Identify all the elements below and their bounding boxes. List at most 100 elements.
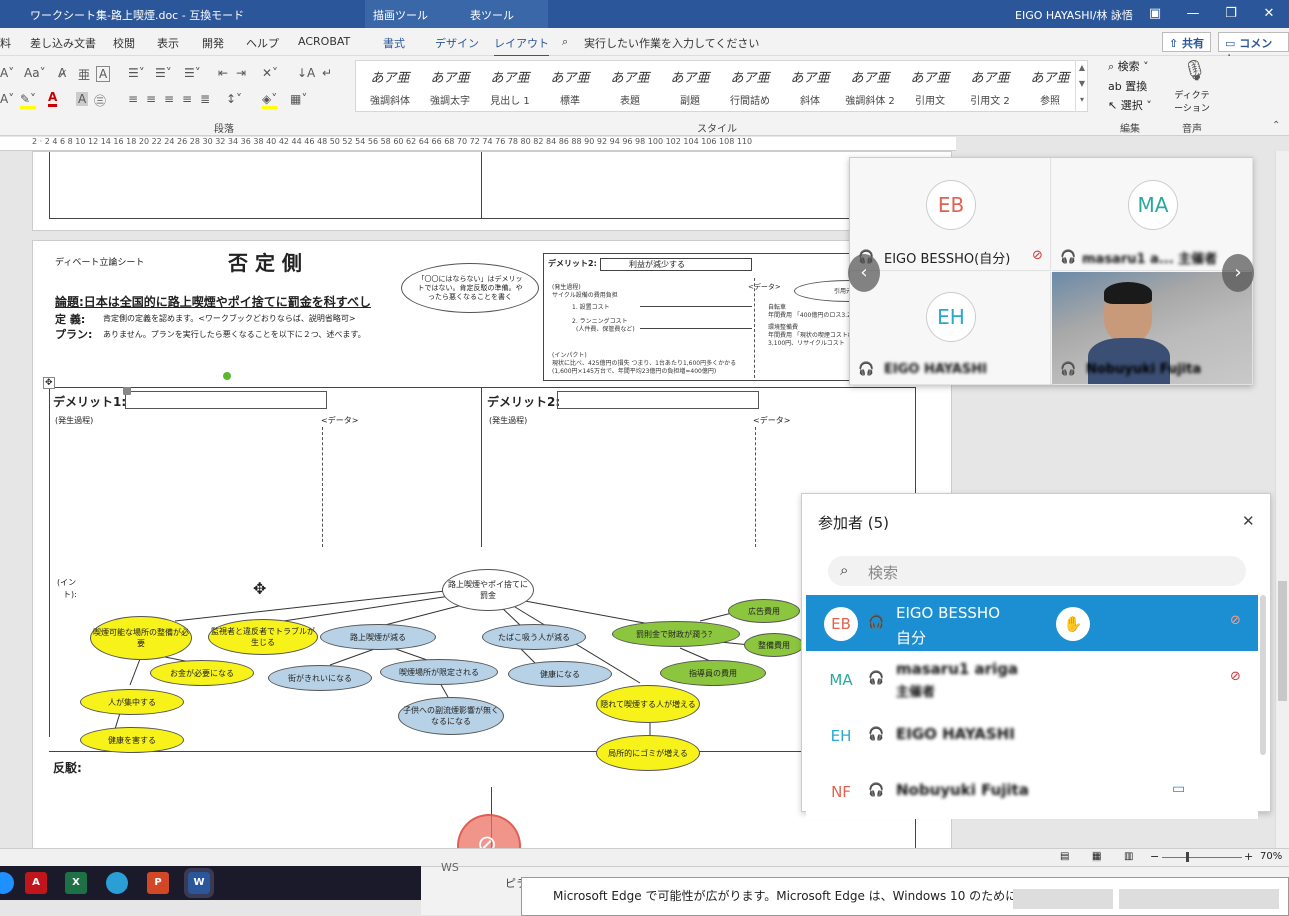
- mindmap-node[interactable]: 広告費用: [728, 599, 800, 623]
- style-12[interactable]: あア亜 参照: [1020, 60, 1080, 110]
- close-window-button[interactable]: ✕: [1255, 4, 1283, 24]
- microphone-icon[interactable]: 🎙: [1182, 58, 1207, 82]
- prev-page-button[interactable]: ‹: [848, 254, 880, 292]
- mindmap-node[interactable]: 健康を害する: [80, 727, 184, 753]
- ribbon-display-icon[interactable]: ▣: [1141, 4, 1169, 24]
- line-spacing-icon[interactable]: ↕˅: [226, 92, 242, 106]
- align-right-icon[interactable]: ≡: [164, 92, 174, 106]
- mindmap-node[interactable]: お金が必要になる: [150, 660, 254, 686]
- style-10[interactable]: あア亜 引用文: [900, 60, 960, 110]
- powerpoint-icon[interactable]: P: [147, 872, 169, 894]
- decrease-indent-icon[interactable]: ⇤: [218, 66, 228, 80]
- read-mode-icon[interactable]: ▤: [1060, 851, 1069, 862]
- show-marks-icon[interactable]: ↵: [322, 66, 332, 80]
- zoom-thumb[interactable]: [1186, 852, 1189, 862]
- app-icon[interactable]: [0, 872, 14, 894]
- signed-in-user[interactable]: EIGO HAYASHI/林 詠悟: [1015, 7, 1133, 23]
- video-tile-3[interactable]: EH 🎧 EIGO HAYASHI: [850, 272, 1051, 385]
- tab-mailings[interactable]: 差し込み文書: [30, 35, 96, 51]
- distribute-icon[interactable]: ≣: [200, 92, 210, 106]
- enclose-char-icon[interactable]: ㊂: [94, 92, 106, 109]
- zoom-out-button[interactable]: −: [1150, 850, 1159, 863]
- text-effect-icon[interactable]: A˅: [0, 92, 14, 106]
- numbering-icon[interactable]: ☰˅: [155, 66, 172, 80]
- style-5[interactable]: あア亜 表題: [600, 60, 660, 110]
- tab-help[interactable]: ヘルプ: [246, 35, 279, 51]
- multilevel-list-icon[interactable]: ☰˅: [184, 66, 201, 80]
- highlight-icon[interactable]: ✎˅: [20, 92, 37, 109]
- tab-design[interactable]: デザイン: [435, 35, 479, 51]
- font-color-icon[interactable]: A: [48, 90, 58, 107]
- mindmap-node[interactable]: 整備費用: [744, 633, 804, 657]
- minimize-button[interactable]: —: [1179, 4, 1207, 24]
- mindmap-node[interactable]: 子供への副流煙影響が無くなるになる: [398, 697, 504, 735]
- tab-layout[interactable]: レイアウト: [494, 35, 549, 57]
- collapse-ribbon-icon[interactable]: ⌃: [1272, 120, 1280, 131]
- zoom-level[interactable]: 70%: [1260, 851, 1282, 862]
- scroll-thumb[interactable]: [1278, 581, 1287, 701]
- zoom-in-button[interactable]: +: [1244, 850, 1253, 863]
- excel-icon[interactable]: X: [65, 872, 87, 894]
- tab-acrobat[interactable]: ACROBAT: [298, 35, 350, 48]
- align-left-icon[interactable]: ≡: [128, 92, 138, 106]
- panel-scrollbar[interactable]: [1260, 595, 1266, 755]
- align-center-icon[interactable]: ≡: [146, 92, 156, 106]
- video-tile-4[interactable]: 🎧 Nobuyuki Fujita: [1052, 272, 1253, 385]
- sort-icon[interactable]: ↓A: [297, 66, 315, 80]
- style-2[interactable]: あア亜 強調太字: [420, 60, 480, 110]
- char-shading-icon[interactable]: A: [76, 92, 89, 106]
- mindmap-node[interactable]: 隠れて喫煙する人が増える: [596, 685, 700, 723]
- next-page-button[interactable]: ›: [1222, 254, 1254, 292]
- char-border-icon[interactable]: A: [96, 66, 111, 82]
- notice-button-1[interactable]: [1013, 889, 1113, 909]
- clear-format-icon[interactable]: A̷: [58, 66, 66, 80]
- vertical-scrollbar[interactable]: [1275, 151, 1289, 848]
- mindmap-node[interactable]: 健康になる: [508, 661, 612, 687]
- select-button[interactable]: ↖ 選択 ˅: [1108, 97, 1152, 113]
- web-layout-icon[interactable]: ▥: [1124, 851, 1133, 862]
- find-button[interactable]: ⌕ 検索 ˅: [1108, 58, 1149, 74]
- font-size-icon[interactable]: A˅: [0, 66, 14, 80]
- close-panel-button[interactable]: ✕: [1242, 512, 1255, 530]
- tell-me-input[interactable]: 実行したい作業を入力してください: [584, 35, 759, 51]
- shading-icon[interactable]: ◈˅: [262, 92, 278, 109]
- acrobat-icon[interactable]: A: [25, 872, 47, 894]
- comments-button[interactable]: ▭ コメント: [1218, 32, 1289, 66]
- asian-layout-icon[interactable]: ✕˅: [262, 66, 278, 80]
- dictate-button[interactable]: ディクテーション: [1172, 88, 1212, 114]
- print-layout-icon[interactable]: ▦: [1092, 851, 1102, 862]
- justify-icon[interactable]: ≡: [182, 92, 192, 106]
- participant-row[interactable]: NF 🎧 Nobuyuki Fujita ▭: [806, 763, 1258, 819]
- mindmap-node[interactable]: 人が集中する: [80, 689, 184, 715]
- mindmap-node[interactable]: 街がきれいになる: [268, 665, 372, 691]
- tab-references[interactable]: 料: [0, 35, 11, 51]
- style-8[interactable]: あア亜 斜体: [780, 60, 840, 110]
- participant-row[interactable]: MA 🎧 masaru1 ariga 主催者 ⊘: [806, 651, 1258, 707]
- tab-format[interactable]: 書式: [383, 35, 405, 51]
- notice-button-2[interactable]: [1119, 889, 1279, 909]
- mindmap-node[interactable]: 局所的にゴミが増える: [596, 735, 700, 771]
- style-4[interactable]: あア亜 標準: [540, 60, 600, 110]
- word-icon[interactable]: W: [184, 868, 214, 898]
- participant-row[interactable]: EB 🎧 EIGO BESSHO 自分 ✋ ⊘: [806, 595, 1258, 651]
- mindmap-center-node[interactable]: 路上喫煙やポイ捨てに罰金: [442, 569, 534, 611]
- tab-view[interactable]: 表示: [157, 35, 179, 51]
- mindmap-node[interactable]: 監視者と違反者でトラブルが生じる: [208, 619, 318, 655]
- app-round-icon[interactable]: [106, 872, 128, 894]
- video-tile-2[interactable]: MA 🎧 masaru1 a... 主催者: [1052, 158, 1253, 271]
- restore-button[interactable]: ❐: [1217, 4, 1245, 24]
- change-case-icon[interactable]: Aa˅: [24, 66, 46, 80]
- phonetic-guide-icon[interactable]: 亜: [78, 66, 90, 83]
- style-6[interactable]: あア亜 副題: [660, 60, 720, 110]
- style-3[interactable]: あア亜 見出し 1: [480, 60, 540, 110]
- video-camera-icon[interactable]: ▭: [1172, 781, 1185, 797]
- increase-indent-icon[interactable]: ⇥: [236, 66, 246, 80]
- mindmap-node[interactable]: たばこ吸う人が減る: [482, 624, 586, 650]
- mindmap-node[interactable]: 喫煙場所が限定される: [380, 659, 498, 685]
- mindmap-node[interactable]: 路上喫煙が減る: [320, 624, 436, 650]
- mindmap-node[interactable]: 罰則金で財政が潤う？: [612, 621, 740, 647]
- style-1[interactable]: あア亜 強調斜体: [360, 60, 420, 110]
- video-tile-1[interactable]: EB 🎧 EIGO BESSHO(自分) ⊘: [850, 158, 1051, 271]
- borders-icon[interactable]: ▦˅: [290, 92, 307, 106]
- style-7[interactable]: あア亜 行間詰め: [720, 60, 780, 110]
